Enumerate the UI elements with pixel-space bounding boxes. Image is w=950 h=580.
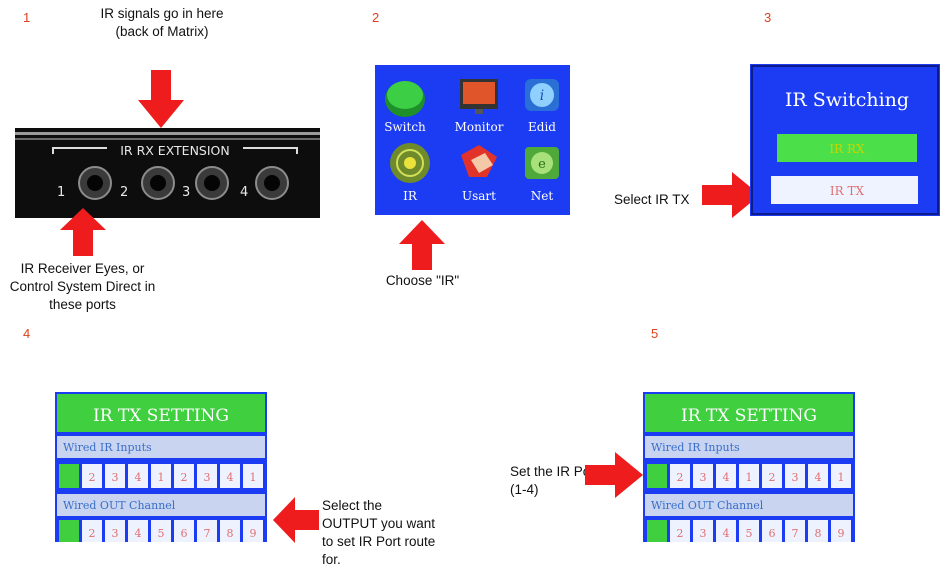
port-label-4: 4 — [240, 185, 248, 200]
channel-cell-label: 5 — [158, 527, 165, 540]
menu-label-monitor: Monitor — [455, 120, 504, 134]
step-number-1: 1 — [23, 10, 31, 25]
channel-cell-label: 5 — [746, 527, 753, 540]
port-label-2: 2 — [120, 185, 128, 200]
green-button-icon — [385, 81, 425, 117]
step-number-4: 4 — [23, 326, 31, 341]
channel-cell-label: 2 — [769, 471, 776, 484]
panel-label: IR RX EXTENSION — [120, 143, 230, 158]
port-label-1: 1 — [57, 185, 65, 200]
menu-label-ir: IR — [403, 189, 418, 203]
ir-tx-setting-screen-output: IR TX SETTING Wired IR Inputs 2 3 4 1 2 3 4 1 W… — [55, 392, 267, 542]
port-jack-1 — [78, 166, 112, 200]
channel-cell-label: 1 — [838, 471, 845, 484]
step-number-2: 2 — [372, 10, 380, 25]
menu-label-net: Net — [531, 189, 554, 203]
monitor-icon — [460, 79, 498, 114]
channel-cell-label: 4 — [135, 527, 142, 540]
channel-cell-label: 8 — [815, 527, 822, 540]
channel-cell-label: 2 — [677, 471, 684, 484]
port-jack-4 — [255, 166, 289, 200]
channel-cell-label: 2 — [677, 527, 684, 540]
up-arrow-icon — [60, 208, 106, 256]
channel-cell-label: 3 — [700, 527, 707, 540]
channel-cell-label: 7 — [204, 527, 211, 540]
menu-label-usart: Usart — [462, 189, 496, 203]
wired-ir-inputs-label: Wired IR Inputs — [63, 441, 152, 454]
channel-cell-label: 7 — [792, 527, 799, 540]
channel-cell-label: 9 — [838, 527, 845, 540]
step-number-3: 3 — [764, 10, 772, 25]
step-number-5: 5 — [651, 326, 659, 341]
ir-signal-icon — [390, 143, 430, 183]
menu-label-edid: Edid — [528, 120, 556, 134]
channel-cell-label: 4 — [815, 471, 822, 484]
channel-cell[interactable] — [59, 464, 79, 488]
menu-label-switch: Switch — [384, 120, 426, 134]
receiver-eyes-caption: IR Receiver Eyes, or Control System Dire… — [9, 261, 156, 312]
ir-switching-title: IR Switching — [785, 89, 909, 111]
up-arrow-icon — [399, 220, 445, 270]
svg-text:e: e — [538, 157, 546, 172]
channel-cell-label: 4 — [723, 527, 730, 540]
channel-cell-label: 3 — [792, 471, 799, 484]
port-jack-3 — [195, 166, 229, 200]
main-menu-screen: Switch Monitor i Edid IR Usart e Net — [375, 65, 570, 215]
svg-text:i: i — [540, 88, 544, 104]
channel-cell-label: 2 — [89, 527, 96, 540]
network-icon: e — [525, 147, 559, 179]
channel-cell-label: 4 — [723, 471, 730, 484]
channel-cell[interactable] — [647, 464, 667, 488]
choose-ir-caption: Choose "IR" — [385, 273, 460, 288]
port-jack-2 — [141, 166, 175, 200]
tx-setting-title: IR TX SETTING — [681, 406, 817, 426]
ir-rx-extension-panel: IR RX EXTENSION 1 2 3 4 — [15, 128, 320, 218]
info-icon: i — [525, 79, 559, 111]
right-arrow-icon — [585, 452, 643, 498]
channel-cell-label: 9 — [250, 527, 257, 540]
channel-cell-label: 3 — [112, 527, 119, 540]
channel-cell-label: 6 — [181, 527, 188, 540]
left-arrow-icon — [273, 497, 319, 543]
down-arrow-icon — [138, 70, 184, 128]
channel-cell-label: 3 — [204, 471, 211, 484]
wired-out-channel-label: Wired OUT Channel — [651, 499, 764, 512]
wired-out-channel-label: Wired OUT Channel — [63, 499, 176, 512]
ir-switching-screen: IR Switching IR RX IR TX — [750, 64, 940, 216]
select-irtx-caption: Select IR TX — [614, 192, 690, 207]
wired-ir-inputs-label: Wired IR Inputs — [651, 441, 740, 454]
tx-setting-title: IR TX SETTING — [93, 406, 229, 426]
channel-cell-label: 1 — [250, 471, 257, 484]
ir-rx-label: IR RX — [829, 142, 865, 156]
select-output-caption: Select the OUTPUT you want to set IR Por… — [322, 498, 436, 567]
channel-cell[interactable] — [647, 520, 667, 542]
ir-tx-label: IR TX — [830, 184, 865, 198]
channel-cell-label: 3 — [112, 471, 119, 484]
channel-cell[interactable] — [59, 520, 79, 542]
channel-cell-label: 2 — [181, 471, 188, 484]
channel-cell-label: 4 — [135, 471, 142, 484]
channel-cell-label: 6 — [769, 527, 776, 540]
channel-cell-label: 1 — [158, 471, 165, 484]
port-label-3: 3 — [182, 185, 190, 200]
ir-tx-setting-screen-port: IR TX SETTING Wired IR Inputs 2 3 4 1 2 3 4 1 W… — [643, 392, 855, 542]
channel-cell-label: 4 — [227, 471, 234, 484]
channel-cell-label: 2 — [89, 471, 96, 484]
ir-signals-in-caption: IR signals go in here (back of Matrix) — [100, 6, 224, 39]
channel-cell-label: 1 — [746, 471, 753, 484]
channel-cell-label: 3 — [700, 471, 707, 484]
channel-cell-label: 8 — [227, 527, 234, 540]
